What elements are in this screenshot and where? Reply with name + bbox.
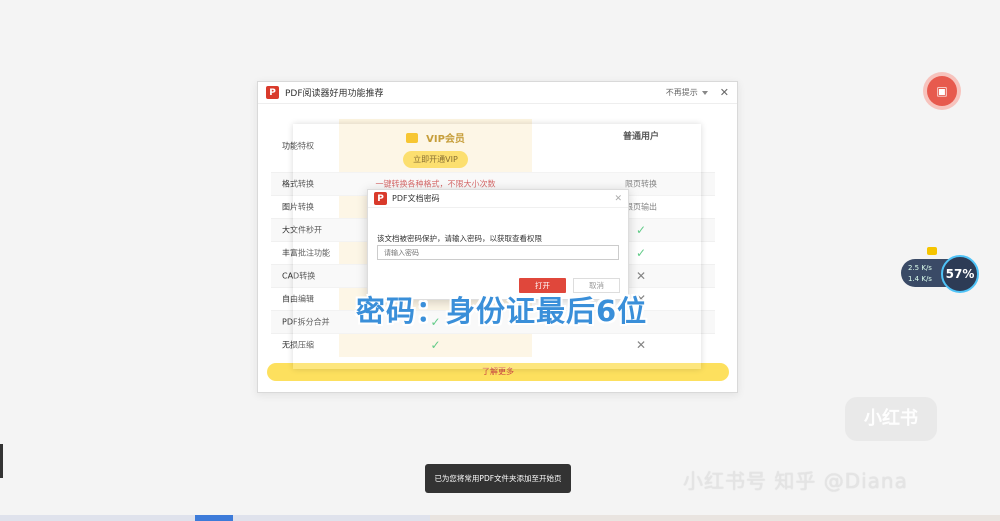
password-dialog: P PDF文档密码 ✕ 该文档被密码保护，请输入密码，以获取查看权限 打开 取消	[367, 189, 629, 300]
tool-icon: ▣	[936, 84, 948, 98]
close-icon[interactable]: ✕	[720, 86, 729, 99]
dialog-message: 该文档被密码保护，请输入密码，以获取查看权限	[377, 234, 542, 243]
pdf-app-icon: P	[266, 86, 279, 99]
crown-icon	[927, 247, 937, 255]
dialog-title: PDF文档密码	[392, 194, 440, 203]
dropdown-icon[interactable]	[701, 90, 708, 95]
pdf-app-icon: P	[374, 192, 387, 205]
upload-speed: 2.5 K/s	[908, 264, 932, 272]
watermark-badge: 小红书	[845, 397, 937, 441]
floating-tool-button[interactable]: ▣	[927, 76, 957, 106]
download-speed: 1.4 K/s	[908, 275, 932, 283]
left-edge-handle	[0, 444, 3, 478]
network-speed-widget[interactable]: 2.5 K/s 1.4 K/s 57%	[901, 247, 981, 293]
window-title: PDF阅读器好用功能推荐	[285, 89, 384, 99]
taskbar-segment	[430, 515, 1000, 521]
toast-message: 已为您将常用PDF文件夹添加至开始页	[425, 464, 571, 493]
watermark-text: 小红书号 知乎 @Diana	[683, 469, 908, 493]
taskbar	[0, 515, 1000, 521]
window-titlebar: P PDF阅读器好用功能推荐 不再提示 ✕	[258, 82, 737, 104]
taskbar-active-item[interactable]	[195, 515, 233, 521]
dialog-titlebar: P PDF文档密码 ✕	[368, 190, 628, 208]
dialog-close-icon[interactable]: ✕	[614, 194, 622, 204]
no-prompt-link[interactable]: 不再提示	[666, 87, 698, 98]
password-input[interactable]	[377, 245, 619, 260]
password-hint-caption: 密码：身份证最后6位	[356, 294, 648, 328]
memory-percent: 57%	[941, 255, 979, 293]
